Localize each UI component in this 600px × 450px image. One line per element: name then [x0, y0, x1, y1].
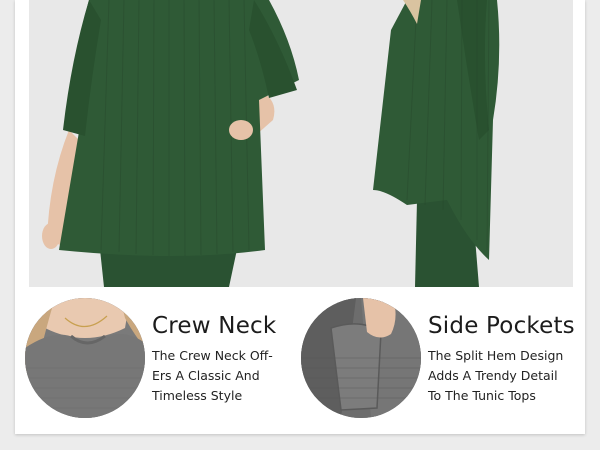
crew-neck-detail-image	[25, 298, 145, 418]
feature-description-line: Timeless Style	[152, 388, 243, 403]
feature-description: The Crew Neck Off- Ers A Classic And Tim…	[152, 346, 294, 406]
feature-title: Crew Neck	[152, 313, 277, 339]
feature-description-line: The Crew Neck Off-	[152, 348, 273, 363]
product-detail-card: Crew Neck The Crew Neck Off- Ers A Class…	[15, 0, 585, 434]
product-photo-front-image	[29, 0, 309, 287]
product-photo-side	[307, 0, 573, 287]
crew-neck-detail-graphic	[25, 298, 145, 418]
feature-description-line: The Split Hem Design	[428, 348, 564, 363]
product-photo-side-image	[307, 0, 573, 287]
feature-crew-neck: Crew Neck The Crew Neck Off- Ers A Class…	[25, 298, 300, 422]
product-photo-front	[29, 0, 309, 287]
feature-description-line: Ers A Classic And	[152, 368, 260, 383]
side-pockets-detail-image	[301, 298, 421, 418]
feature-title: Side Pockets	[428, 313, 575, 339]
feature-side-pockets: Side Pockets The Split Hem Design Adds A…	[301, 298, 576, 422]
feature-description-line: Adds A Trendy Detail	[428, 368, 558, 383]
feature-description: The Split Hem Design Adds A Trendy Detai…	[428, 346, 570, 406]
feature-description-line: To The Tunic Tops	[428, 388, 536, 403]
side-pockets-detail-graphic	[301, 298, 421, 418]
